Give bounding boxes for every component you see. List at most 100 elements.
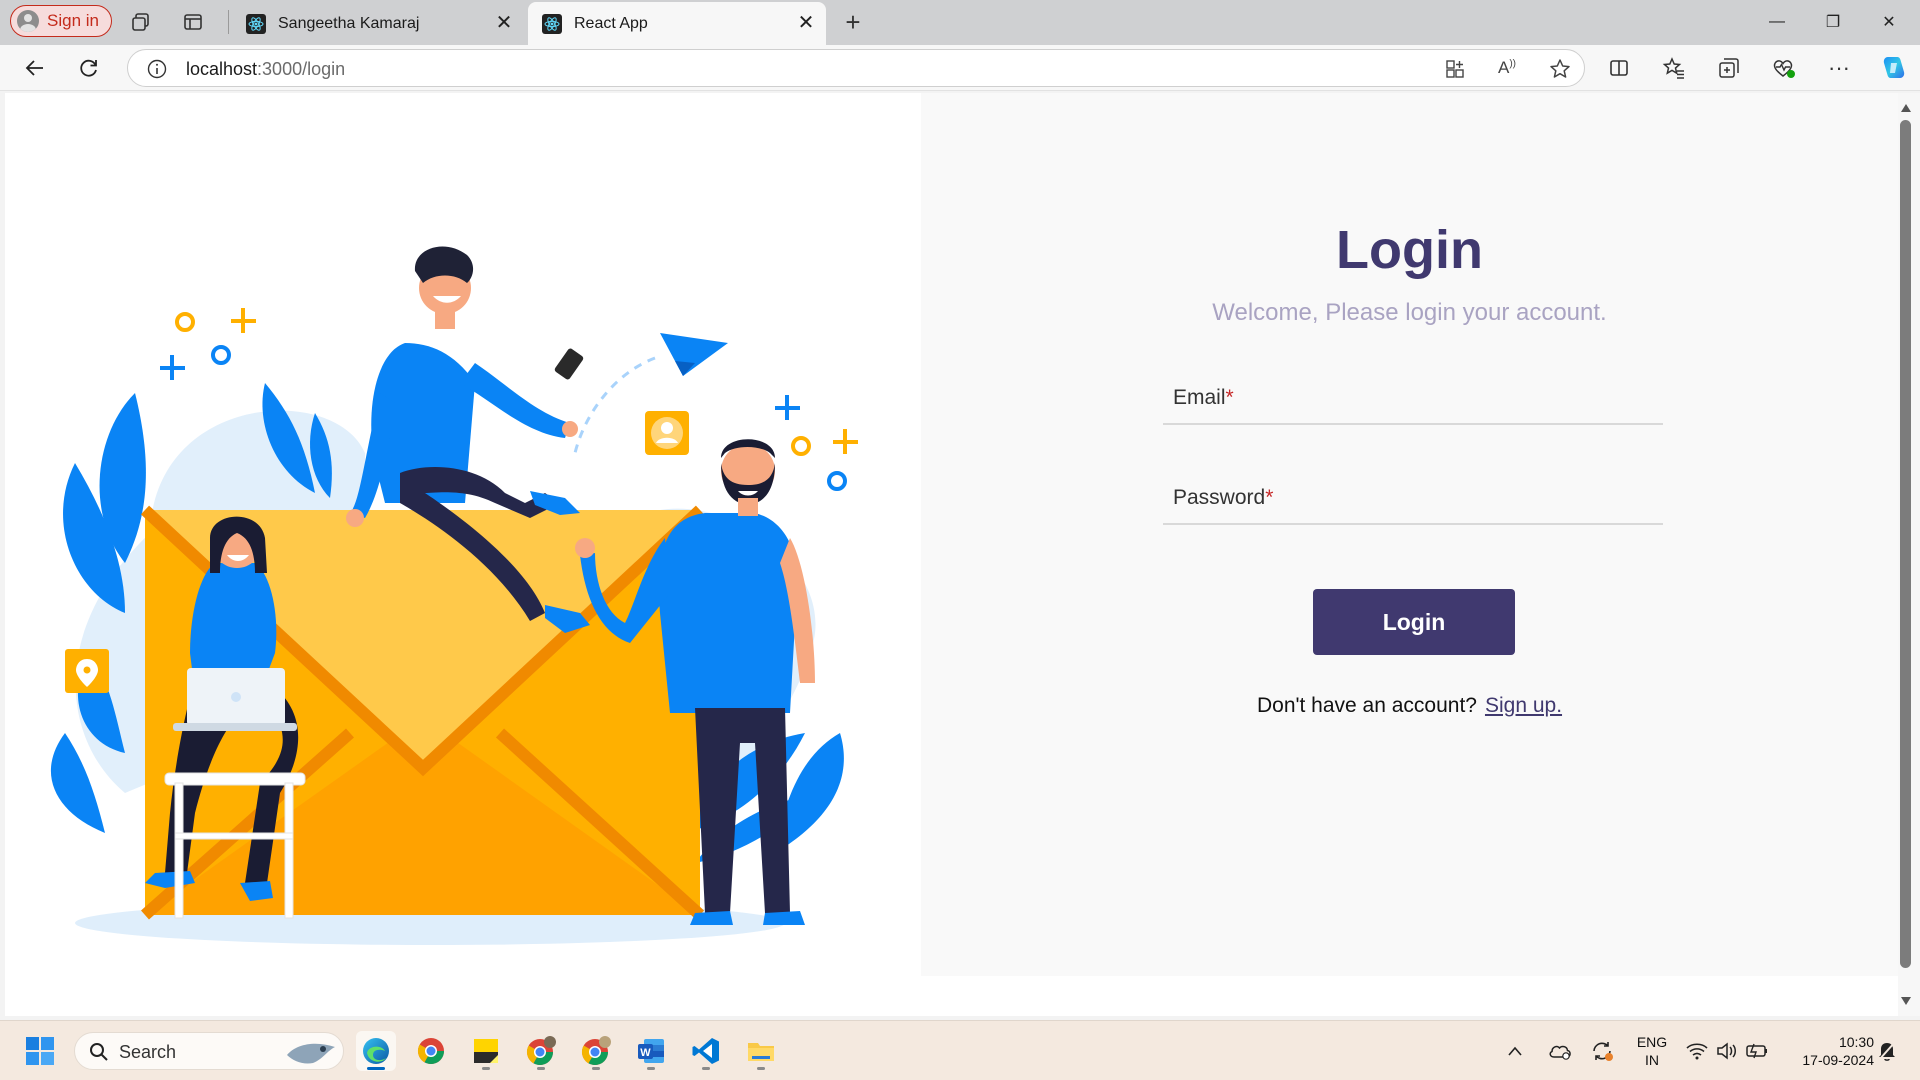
login-panel: Login Welcome, Please login your account…	[921, 93, 1898, 976]
browser-essentials-button[interactable]	[1768, 52, 1800, 84]
running-indicator	[537, 1067, 545, 1070]
running-indicator	[702, 1067, 710, 1070]
clock[interactable]: 10:30 17-09-2024	[1778, 1033, 1874, 1069]
url-text[interactable]: localhost:3000/login	[186, 59, 345, 80]
url-path: :3000/login	[257, 59, 346, 79]
login-button[interactable]: Login	[1313, 589, 1515, 655]
tab-title: Sangeetha Kamaraj	[278, 14, 420, 32]
wifi-tray[interactable]	[1682, 1031, 1712, 1071]
onedrive-tray[interactable]	[1544, 1031, 1576, 1071]
tab-react-app[interactable]: React App ✕	[528, 2, 826, 45]
login-illustration	[50, 246, 858, 945]
sticky-notes-icon	[474, 1039, 498, 1063]
search-placeholder: Search	[119, 1042, 177, 1062]
profile-label: Sign in	[47, 11, 99, 30]
tab-close-icon[interactable]: ✕	[494, 13, 514, 33]
taskbar-chrome-profile[interactable]	[521, 1031, 561, 1071]
read-aloud-icon[interactable]: A))	[1498, 58, 1516, 78]
taskbar-sticky-notes[interactable]	[466, 1031, 506, 1071]
url-host: localhost	[186, 59, 258, 79]
chrome-profile-icon	[526, 1036, 556, 1066]
active-indicator	[367, 1067, 385, 1070]
react-favicon-icon	[542, 13, 562, 34]
taskbar-chrome[interactable]	[411, 1031, 451, 1071]
profile-avatar-icon	[17, 10, 39, 32]
clock-time: 10:30	[1838, 1034, 1874, 1050]
page-viewport: Login Welcome, Please login your account…	[5, 93, 1898, 1016]
battery-tray[interactable]	[1742, 1031, 1772, 1071]
signup-prompt: Don't have an account?	[1256, 694, 1477, 717]
running-indicator	[592, 1067, 600, 1070]
address-bar[interactable]: localhost:3000/login A))	[127, 49, 1585, 87]
taskbar-file-explorer[interactable]	[741, 1031, 781, 1071]
more-button[interactable]: ···	[1823, 52, 1855, 84]
file-explorer-icon	[748, 1043, 774, 1061]
email-input[interactable]	[1163, 373, 1663, 423]
back-button[interactable]	[19, 52, 51, 84]
tab-sangeetha-kamaraj[interactable]: Sangeetha Kamaraj ✕	[232, 2, 524, 45]
back-icon	[25, 60, 43, 76]
notifications-tray[interactable]	[1872, 1031, 1902, 1071]
start-button[interactable]	[20, 1031, 60, 1071]
split-screen-button[interactable]	[1603, 52, 1635, 84]
running-indicator	[757, 1067, 765, 1070]
taskbar-chrome-profile-2[interactable]	[576, 1031, 616, 1071]
react-favicon-icon	[246, 13, 266, 34]
email-field[interactable]: Email*	[1163, 373, 1663, 425]
cloud-sync-icon	[1549, 1045, 1571, 1060]
refresh-icon	[80, 59, 97, 77]
signup-link[interactable]: Sign up.	[1485, 694, 1562, 717]
password-input[interactable]	[1163, 473, 1663, 523]
running-indicator	[482, 1067, 490, 1070]
password-field[interactable]: Password*	[1163, 473, 1663, 525]
search-icon	[90, 1043, 108, 1061]
app-available-icon[interactable]	[1444, 58, 1466, 85]
clock-date: 17-09-2024	[1802, 1052, 1874, 1068]
refresh-button[interactable]	[73, 52, 105, 84]
windows-start-icon	[26, 1037, 54, 1065]
chrome-icon	[417, 1038, 445, 1065]
tab-actions-icon[interactable]	[180, 9, 206, 35]
copilot-button[interactable]	[1878, 52, 1910, 84]
profile-sign-in-button[interactable]: Sign in	[10, 5, 112, 37]
favorites-button[interactable]	[1658, 52, 1690, 84]
language-indicator[interactable]: ENG IN	[1632, 1033, 1672, 1069]
new-tab-button[interactable]: +	[840, 7, 866, 37]
scroll-thumb[interactable]	[1900, 120, 1911, 968]
battery-charging-icon	[1746, 1043, 1767, 1059]
vscode-icon	[692, 1038, 719, 1064]
search-highlight-icon	[287, 1043, 335, 1064]
collections-button[interactable]	[1713, 52, 1745, 84]
update-tray[interactable]	[1586, 1031, 1618, 1071]
more-icon: ···	[1828, 55, 1850, 80]
word-icon: W	[638, 1039, 664, 1063]
browser-toolbar: localhost:3000/login A)) ···	[0, 45, 1920, 91]
taskbar-word[interactable]: W	[631, 1031, 671, 1071]
taskbar-search[interactable]: Search	[74, 1032, 344, 1070]
taskbar-vscode[interactable]	[686, 1031, 726, 1071]
tab-title: React App	[574, 14, 648, 32]
scroll-up-icon[interactable]	[1898, 101, 1914, 115]
minimize-button[interactable]: —	[1762, 8, 1792, 36]
notification-bell-icon	[1878, 1041, 1896, 1061]
browser-tab-strip: Sign in Sangeetha Kamaraj ✕ React App ✕ …	[0, 0, 1920, 45]
restore-button[interactable]: ❐	[1818, 8, 1848, 36]
split-screen-icon	[1610, 60, 1628, 76]
tab-close-icon[interactable]: ✕	[796, 13, 816, 33]
chevron-up-icon	[1508, 1046, 1522, 1056]
scroll-down-icon[interactable]	[1898, 994, 1914, 1008]
wifi-icon	[1686, 1043, 1708, 1060]
volume-tray[interactable]	[1712, 1031, 1742, 1071]
edge-icon	[363, 1038, 389, 1064]
workspaces-icon[interactable]	[128, 9, 154, 35]
login-subtitle: Welcome, Please login your account.	[1212, 299, 1607, 326]
site-info-icon[interactable]	[146, 58, 168, 85]
copilot-icon	[1883, 57, 1905, 78]
show-hidden-icons-button[interactable]	[1502, 1031, 1528, 1071]
close-window-button[interactable]: ✕	[1874, 8, 1904, 36]
running-indicator	[647, 1067, 655, 1070]
favorite-star-icon[interactable]	[1548, 57, 1572, 86]
tab-separator	[228, 10, 229, 34]
chrome-profile-2-icon	[581, 1036, 611, 1066]
taskbar-edge[interactable]	[356, 1031, 396, 1071]
